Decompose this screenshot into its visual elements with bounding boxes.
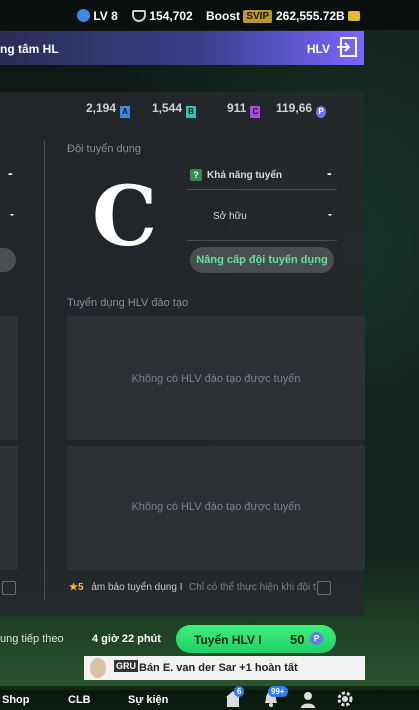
currency-a-value: 2,194 [86, 101, 117, 115]
nav-club[interactable]: CLB [68, 694, 91, 706]
points-display: 154,702 [132, 9, 193, 23]
nav-shop[interactable]: Shop [2, 694, 30, 706]
guarantee-option[interactable]: ★5 ảm bảo tuyển dụng I [69, 582, 183, 593]
points-text: 154,702 [149, 9, 193, 23]
recruit-cost: 50 [290, 632, 305, 647]
training-empty-text-2: Không có HLV đào tạo được tuyển [131, 501, 301, 513]
page-header: ng tâm HL HLV [0, 31, 364, 65]
exit-icon[interactable] [336, 37, 358, 57]
currency-p-value: 119,66 [276, 101, 313, 115]
currency-c: 911 C [227, 101, 261, 118]
guarantee-note: Chỉ có thể thực hiện khi đội t [189, 582, 316, 593]
nav-badge-1: 6 [234, 686, 245, 697]
currency-c-icon: C [250, 106, 261, 118]
training-slot-2: Không có HLV đào tạo được tuyển [67, 446, 365, 570]
top-status-bar: LV 8 154,702 Boost SVIP 262,555.72B [0, 0, 419, 30]
hlv-label: HLV [306, 42, 330, 56]
boost-display[interactable]: Boost SVIP [206, 9, 273, 23]
page-title: ng tâm HL [0, 42, 59, 56]
profile-icon [77, 9, 90, 22]
transfer-notification[interactable]: GRU Bán E. van der Sar +1 hoàn tất [84, 656, 365, 680]
column-divider [44, 140, 45, 600]
owned-value: - [328, 207, 332, 221]
currency-p: 119,66 P [276, 101, 327, 118]
help-icon[interactable]: ? [190, 169, 202, 181]
guarantee-checkbox[interactable] [317, 581, 331, 595]
left-empty-box-1 [0, 316, 18, 440]
star-icon: ★5 [69, 582, 84, 593]
recruit-team-label: Đội tuyển dụng [67, 143, 141, 155]
ability-label: Khả năng tuyển [207, 170, 283, 181]
ability-row: ? Khả năng tuyển [190, 169, 282, 181]
currency-a: 2,194 A [86, 101, 131, 118]
currency-b: 1,544 B [152, 101, 197, 118]
bottom-nav: Shop CLB Sự kiện 6 99+ [0, 686, 419, 710]
nav-badge-2: 99+ [268, 686, 288, 697]
coins-icon [348, 11, 361, 21]
currency-p-icon: P [316, 106, 327, 118]
recruit-team-grade: C [92, 169, 158, 265]
coins-display: 262,555.72B [276, 9, 361, 23]
training-section-label: Tuyển dụng HLV đào tạo [67, 297, 189, 309]
recruit-button-label: Tuyển HLV I [194, 633, 262, 647]
row-divider-1 [187, 189, 337, 190]
ability-value: - [327, 165, 332, 181]
left-checkbox[interactable] [2, 581, 16, 595]
svip-badge: SVIP [243, 10, 273, 23]
notification-text: Bán E. van der Sar +1 hoàn tất [139, 662, 298, 674]
upgrade-recruit-team-button[interactable]: Nâng cấp đội tuyển dụng [190, 247, 334, 273]
next-recruit-timer: 4 giờ 22 phút [92, 633, 161, 645]
shield-icon [132, 10, 146, 22]
currency-a-icon: A [120, 106, 131, 118]
club-tag: GRU [114, 660, 138, 672]
left-value-1: - [8, 165, 13, 181]
level-text: LV 8 [93, 9, 118, 23]
currency-b-icon: B [186, 106, 197, 118]
nav-events[interactable]: Sự kiện [128, 694, 168, 706]
currency-c-value: 911 [227, 101, 247, 115]
currency-b-value: 1,544 [152, 101, 183, 115]
guarantee-text: ảm bảo tuyển dụng I [91, 582, 183, 593]
settings-gear-icon[interactable] [336, 690, 354, 708]
training-empty-text-1: Không có HLV đào tạo được tuyển [131, 373, 301, 385]
cost-currency-icon: P [310, 632, 323, 645]
player-avatar [90, 658, 106, 678]
owned-label: Sở hữu [213, 211, 247, 222]
boost-label: Boost [206, 9, 240, 23]
next-recruit-label: ung tiếp theo [0, 633, 64, 645]
left-empty-box-2 [0, 446, 18, 570]
training-slot-1: Không có HLV đào tạo được tuyển [67, 316, 365, 440]
user-icon[interactable] [299, 690, 317, 708]
row-divider-2 [187, 240, 337, 241]
left-value-2: - [10, 207, 14, 221]
recruit-coach-button[interactable]: Tuyển HLV I 50 P [176, 625, 336, 653]
level-display: LV 8 [77, 9, 118, 23]
coins-text: 262,555.72B [276, 9, 345, 23]
